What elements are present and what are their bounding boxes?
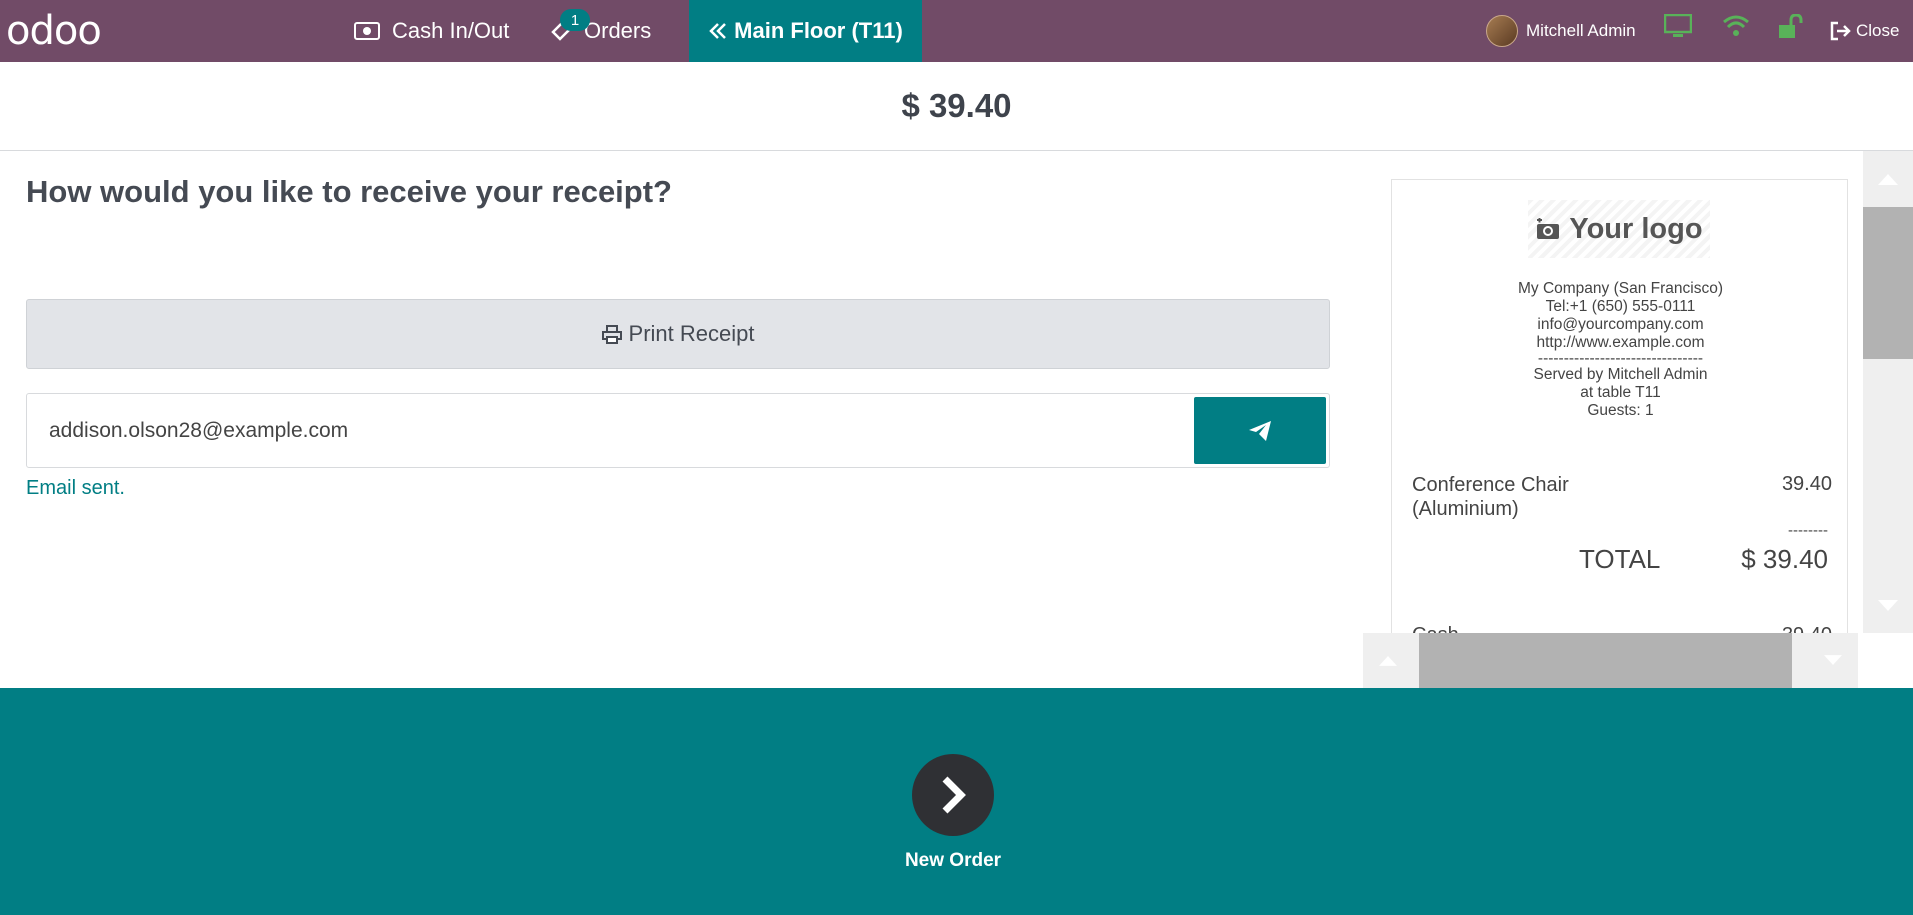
- print-receipt-label: Print Receipt: [628, 321, 755, 346]
- avatar: [1486, 15, 1518, 47]
- receipt-vertical-scrollbar[interactable]: [1863, 151, 1913, 633]
- new-order-label: New Order: [904, 850, 1002, 871]
- caret-down-icon: [1824, 655, 1842, 665]
- email-input[interactable]: [49, 414, 1149, 448]
- vertical-scroll-thumb[interactable]: [1863, 207, 1913, 359]
- top-navbar: odoo Cash In/Out 1 Orders Main Floor (T1…: [0, 0, 1913, 62]
- receipt-logo-text: Your logo: [1569, 212, 1703, 245]
- money-icon: [354, 22, 380, 40]
- unlock-icon[interactable]: [1777, 14, 1803, 40]
- company-email: info@yourcompany.com: [1537, 316, 1704, 333]
- receipt-line: Conference Chair (Aluminium) 39.40: [1412, 473, 1832, 521]
- user-name: Mitchell Admin: [1526, 21, 1636, 40]
- receipt-separator: --------------------------------: [1537, 350, 1704, 367]
- receipt-preview-pane[interactable]: Your logo My Company (San Francisco) Tel…: [1362, 151, 1913, 688]
- footer-action-bar: New Order: [0, 688, 1913, 915]
- total-label: TOTAL: [1579, 544, 1661, 574]
- caret-up-icon: [1878, 173, 1898, 185]
- horizontal-scroll-thumb[interactable]: [1419, 633, 1792, 688]
- orders-button[interactable]: 1 Orders: [550, 0, 651, 62]
- orders-count-badge: 1: [560, 9, 590, 31]
- scroll-right-button[interactable]: [1808, 633, 1858, 688]
- camera-plus-icon: [1537, 218, 1560, 239]
- chevron-right-icon: [942, 776, 966, 814]
- orders-label: Orders: [584, 18, 652, 43]
- close-button[interactable]: Close: [1830, 0, 1899, 62]
- cash-in-out-label: Cash In/Out: [392, 18, 510, 43]
- caret-down-icon: [1878, 599, 1898, 611]
- email-receipt-form: [26, 393, 1330, 468]
- receipt-paper: Your logo My Company (San Francisco) Tel…: [1391, 179, 1848, 688]
- close-label: Close: [1856, 21, 1900, 40]
- print-icon: [601, 324, 622, 344]
- main-floor-label: Main Floor (T11): [734, 18, 903, 43]
- wifi-icon[interactable]: [1722, 14, 1750, 38]
- scroll-down-button[interactable]: [1863, 578, 1913, 633]
- company-phone: Tel:+1 (650) 555-0111: [1545, 298, 1696, 315]
- odoo-logo: odoo: [6, 8, 102, 54]
- new-order-button[interactable]: [912, 754, 994, 836]
- company-name: My Company (San Francisco): [1517, 280, 1723, 297]
- caret-up-icon: [1379, 656, 1397, 666]
- email-status-message: Email sent.: [26, 477, 125, 499]
- cash-in-out-button[interactable]: Cash In/Out: [354, 0, 509, 62]
- sign-out-icon: [1830, 21, 1851, 41]
- receipt-question: How would you like to receive your recei…: [26, 174, 672, 209]
- table-info: at table T11: [1580, 384, 1661, 401]
- total-amount: $ 39.40: [1741, 544, 1828, 574]
- guests-count: Guests: 1: [1587, 402, 1654, 419]
- served-by: Served by Mitchell Admin: [1533, 366, 1708, 383]
- receipt-line-name: Conference Chair (Aluminium): [1412, 474, 1569, 520]
- total-separator: --------: [1788, 522, 1828, 539]
- main-floor-tab[interactable]: Main Floor (T11): [689, 0, 922, 62]
- paper-plane-icon: [1249, 420, 1271, 441]
- double-chevron-left-icon: [709, 23, 727, 39]
- display-icon[interactable]: [1664, 14, 1692, 40]
- user-menu[interactable]: Mitchell Admin: [1486, 0, 1636, 62]
- order-total-amount: $ 39.40: [901, 87, 1012, 124]
- receipt-logo-placeholder: Your logo: [1528, 200, 1710, 258]
- receipt-line-amount: 39.40: [1781, 473, 1832, 495]
- receipt-company-info: My Company (San Francisco) Tel:+1 (650) …: [1392, 280, 1849, 420]
- send-email-button[interactable]: [1194, 397, 1326, 464]
- amount-header: $ 39.40: [0, 62, 1913, 151]
- scroll-up-button[interactable]: [1863, 151, 1913, 206]
- scroll-left-button[interactable]: [1363, 633, 1413, 688]
- print-receipt-button[interactable]: Print Receipt: [26, 299, 1330, 369]
- receipt-horizontal-scrollbar[interactable]: [1363, 633, 1858, 688]
